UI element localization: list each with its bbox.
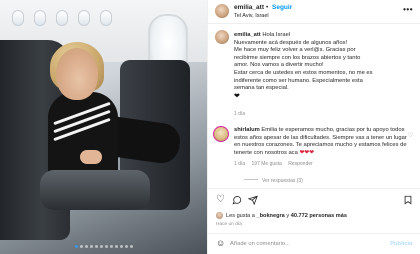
heart-outline-icon[interactable]: ♡ [216,195,225,205]
comment-body: Emilia te esperamos mucho, gracias por t… [234,127,407,156]
carousel-dot [124,245,128,248]
more-options-icon[interactable]: ••• [403,5,413,14]
carousel-dot [84,245,88,248]
comment-meta: 1 día 197 Me gusta Responder [234,161,318,167]
likes-count[interactable]: 40.772 personas más [291,213,347,219]
comment-likes[interactable]: 197 Me gusta [252,161,282,167]
airplane-window [34,10,46,26]
share-icon[interactable] [247,195,258,208]
caption-line: Estar cerca de ustedes en estos momentos… [234,69,373,76]
instagram-post: emilia_att • Seguir Tel Aviv, Israel •••… [0,0,420,254]
likes-summary: Les gusta a _boknegra y 40.772 personas … [216,212,347,219]
post-photo[interactable] [0,0,207,254]
likes-connector: y [286,212,290,219]
liker-username[interactable]: _boknegra [257,213,285,219]
carousel-dot [129,245,133,248]
follow-button[interactable]: Seguir [272,4,292,11]
carousel-dot [114,245,118,248]
armrest [40,170,150,210]
airplane-window [100,10,112,26]
post-header: emilia_att • Seguir Tel Aviv, Israel ••• [208,0,420,24]
caption-text: emilia_att Hola Israel Nuevamente acá de… [234,32,414,101]
emoji-icon[interactable]: ☺ [216,239,225,248]
caption-line: indiferente como ser humano. Especialmen… [234,77,363,84]
publish-button[interactable]: Publicar [390,241,413,247]
airplane-window [12,10,24,26]
carousel-dot [99,245,103,248]
caption-line: amor. Nos vamos a divertir mucho! [234,62,324,69]
caption-line: recibirme siempre con los brazos abierto… [234,54,361,61]
caption-line: Nuevamente acá después de algunos años! [234,39,348,46]
comment-text: shirlalum Emilia te esperamos mucho, gra… [234,127,414,157]
liker-avatar[interactable] [216,212,223,219]
caption-username[interactable]: emilia_att [234,32,261,38]
comment-icon[interactable] [232,195,242,208]
caption-line: Hola Israel [262,32,291,38]
author-username[interactable]: emilia_att [234,4,264,11]
caption-line: Me hace muy feliz volver a verl@s. Graci… [234,47,356,54]
caption-line: semana tan especial. [234,85,289,92]
caption-avatar[interactable] [215,30,229,44]
comment-like-heart-icon[interactable]: ♡ [408,132,413,139]
view-replies-link[interactable]: Ver respuestas (3) [244,178,303,184]
commenter-avatar[interactable] [213,126,229,142]
post-side-panel: emilia_att • Seguir Tel Aviv, Israel •••… [207,0,420,254]
carousel-dot [74,245,78,248]
post-actions-bar: ♡ [208,188,420,208]
person-face [56,48,98,100]
separator-dot: • [266,4,269,11]
caption-first-line: emilia_att Hola Israel [234,32,414,40]
author-avatar[interactable] [215,4,229,18]
comment-time[interactable]: 1 día [234,161,245,167]
carousel-dot [119,245,123,248]
airplane-window [56,10,68,26]
comment-input[interactable] [230,238,380,250]
carousel-dot [79,245,83,248]
likes-prefix: Les gusta a [226,212,255,219]
airplane-window [78,10,90,26]
add-comment-bar: ☺ Publicar [208,233,420,254]
bookmark-icon[interactable] [403,195,413,208]
post-timestamp[interactable]: Hace un día [216,222,242,227]
caption-time[interactable]: 1 día [234,111,245,117]
red-hearts-emoji: ❤❤❤ [299,149,315,156]
carousel-dot [89,245,93,248]
reply-button[interactable]: Responder [288,161,312,167]
carousel-dot [109,245,113,248]
commenter-username[interactable]: shirlalum [234,127,260,133]
black-heart-emoji: ❤ [234,92,240,100]
person-hand [80,150,102,164]
carousel-dot [94,245,98,248]
carousel-indicator [0,245,207,248]
carousel-dot [104,245,108,248]
post-location[interactable]: Tel Aviv, Israel [234,13,269,19]
